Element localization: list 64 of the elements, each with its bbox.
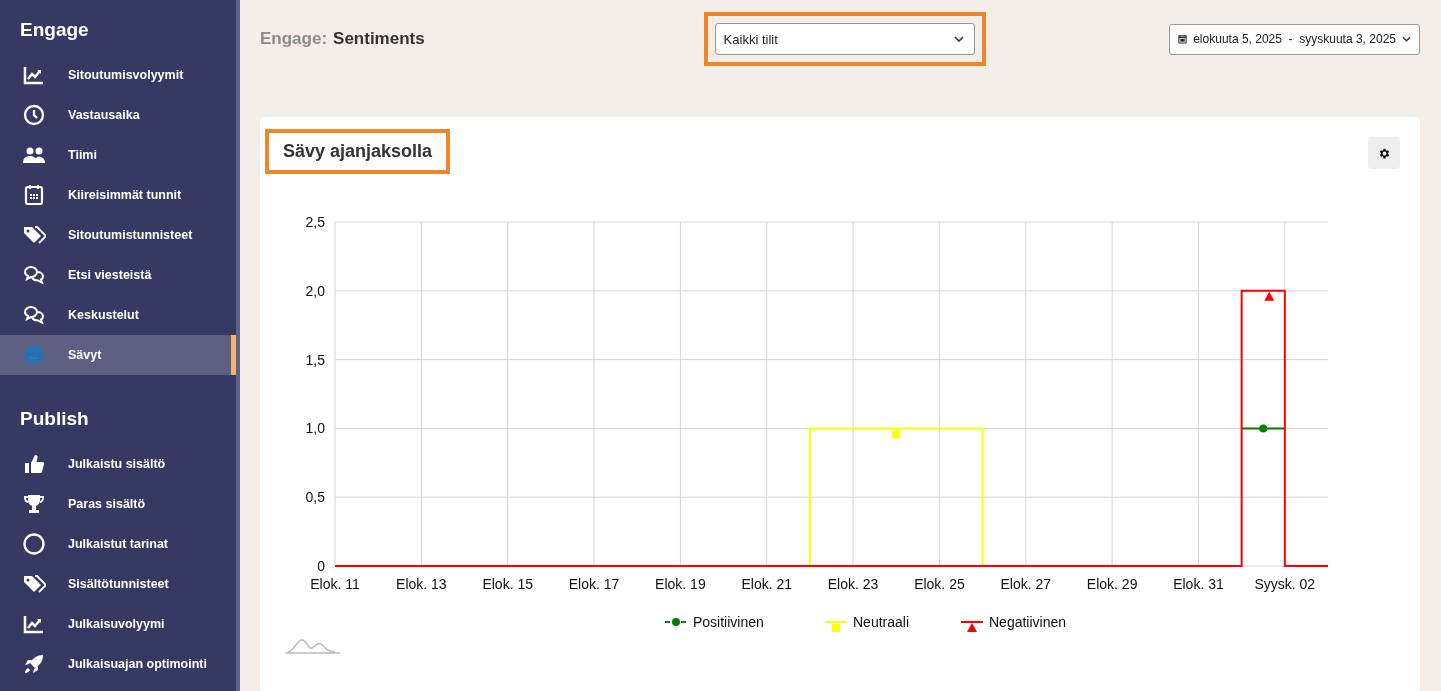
calendar-icon: [1178, 34, 1188, 44]
axis-label: Elok. 29: [1086, 576, 1138, 592]
chart-logo-icon: [284, 639, 341, 654]
sidebar-item[interactable]: Etsi viesteistä: [0, 255, 236, 295]
axis-label: Elok. 23: [827, 576, 879, 592]
sidebar-item[interactable]: Keskustelut: [0, 295, 236, 335]
legend-item: Neutraali: [824, 614, 910, 632]
data-point: [1259, 424, 1268, 433]
axis-label: Elok. 11: [310, 576, 360, 592]
sidebar-item[interactable]: Julkaistu sisältö: [0, 444, 236, 484]
axis-label: Elok. 27: [1000, 576, 1052, 592]
legend-item: Positiivinen: [664, 614, 764, 630]
axis-label: Elok. 13: [396, 576, 447, 592]
data-point: [1264, 291, 1275, 301]
sidebar-heading: Engage: [19, 18, 90, 42]
calendar-icon: [22, 183, 46, 207]
axis-label: 0,5: [305, 489, 325, 506]
sidebar-item[interactable]: Paras sisältö: [0, 484, 236, 524]
sidebar-item[interactable]: Sävyt: [0, 335, 236, 375]
sidebar-heading: Publish: [19, 407, 90, 431]
axis-label: 1,5: [305, 351, 325, 368]
thumbs-up-icon: [22, 452, 46, 476]
legend-label: Positiivinen: [693, 614, 764, 630]
page-title: Sentiments: [333, 29, 425, 49]
legend-label: Negatiivinen: [989, 614, 1067, 630]
axis-label: Syysk. 02: [1254, 576, 1316, 592]
axis-label: Elok. 21: [741, 576, 793, 592]
data-point: [892, 430, 901, 439]
axis-label: 2,5: [305, 214, 325, 230]
axis-label: Elok. 17: [568, 576, 620, 592]
axis-label: Elok. 25: [914, 576, 965, 592]
sidebar-item[interactable]: Vastausaika: [0, 95, 236, 135]
sidebar-item[interactable]: Kiireisimmät tunnit: [0, 175, 236, 215]
sidebar-item[interactable]: Tiimi: [0, 135, 236, 175]
date-range-picker[interactable]: elokuuta 5, 2025 - syyskuuta 3, 2025: [1169, 23, 1420, 55]
sidebar-item[interactable]: Julkaistut tarinat: [0, 524, 236, 564]
clock-icon: [22, 103, 46, 127]
smiley-icon: [22, 343, 46, 367]
chat-bubbles-icon: [22, 303, 46, 327]
axis-label: Elok. 31: [1173, 576, 1224, 592]
axis-label: 2,0: [305, 282, 325, 299]
axis-label: 1,0: [305, 420, 325, 437]
rocket-icon: [22, 652, 46, 676]
card-title: Sävy ajanjaksolla: [283, 141, 433, 162]
trophy-icon: [22, 492, 46, 516]
sidebar-item[interactable]: Sisältötunnisteet: [0, 564, 236, 604]
scrollbar[interactable]: [236, 0, 240, 691]
breadcrumb-section: Engage:: [260, 29, 328, 49]
account-dropdown[interactable]: Kaikki tilit: [714, 23, 975, 55]
axis-label: Elok. 19: [655, 576, 706, 592]
sidebar-item[interactable]: Sitoutumisvolyymit: [0, 55, 236, 95]
legend-item: Negatiivinen: [960, 614, 1067, 632]
sidebar-item[interactable]: Julkaisuajan optimointi: [0, 644, 236, 684]
legend-label: Neutraali: [853, 614, 910, 630]
chat-bubbles-icon: [22, 263, 46, 287]
settings-button[interactable]: [1368, 137, 1400, 169]
caret-icon: [953, 36, 964, 42]
axis-label: Elok. 15: [482, 576, 533, 592]
circle-icon: [22, 532, 46, 556]
axis-label: 0: [317, 558, 325, 574]
caret-icon: [1402, 36, 1411, 42]
settings-icon: [1377, 146, 1391, 160]
sidebar-item[interactable]: Sitoutumistunnisteet: [0, 215, 236, 255]
sidebar-item[interactable]: Julkaisuvolyymi: [0, 604, 236, 644]
